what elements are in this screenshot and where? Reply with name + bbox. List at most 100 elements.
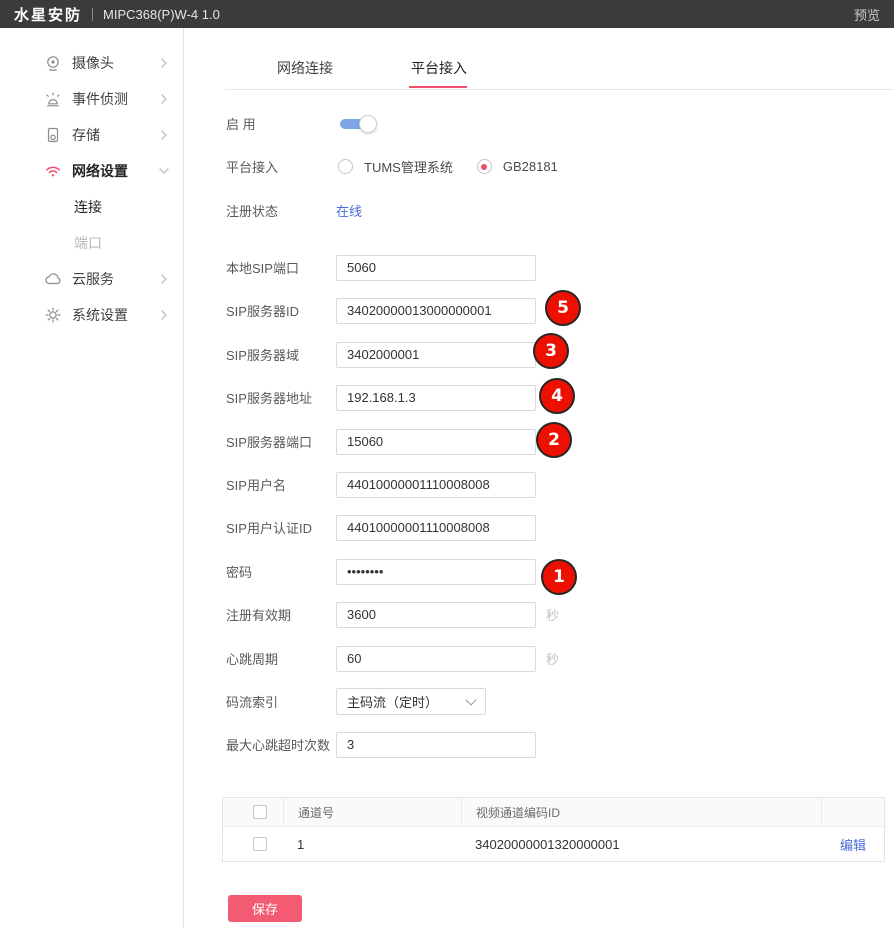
sidebar-item-label: 摄像头: [72, 53, 114, 73]
platform-access-settings-page: 水星安防 MIPC368(P)W-4 1.0 预览 摄像头 事件侦测: [0, 0, 894, 928]
topbar: 水星安防 MIPC368(P)W-4 1.0 预览: [0, 0, 894, 28]
chevron-right-icon: [160, 57, 168, 69]
local-sip-port-row: 本地SIP端口: [226, 254, 536, 281]
registration-validity-row: 注册有效期 秒: [226, 601, 559, 628]
radio-gb28181[interactable]: GB28181: [477, 159, 558, 174]
sidebar-item-camera[interactable]: 摄像头: [0, 45, 183, 81]
table-header-row: 通道号 视频通道编码ID: [223, 798, 884, 826]
chevron-right-icon: [160, 273, 168, 285]
sidebar-subitem-port[interactable]: 端口: [0, 225, 183, 261]
chevron-right-icon: [160, 129, 168, 141]
tabs-divider: [225, 89, 894, 90]
sidebar-item-label: 存储: [72, 125, 100, 145]
field-label: 本地SIP端口: [226, 258, 336, 277]
local-sip-port-input[interactable]: [336, 255, 536, 281]
sidebar-item-label: 事件侦测: [72, 89, 128, 109]
channel-table: 通道号 视频通道编码ID 1 34020000001320000001 编辑: [222, 797, 885, 862]
sip-username-input[interactable]: [336, 472, 536, 498]
registration-status-label: 注册状态: [226, 201, 336, 220]
unit-seconds: 秒: [546, 605, 559, 624]
stream-index-row: 码流索引 主码流（定时）: [226, 688, 486, 715]
annotation-badge-4: 4: [539, 378, 575, 414]
radio-tums-label: TUMS管理系统: [364, 157, 453, 176]
chevron-right-icon: [160, 309, 168, 321]
chevron-down-icon: [158, 167, 170, 175]
registration-validity-input[interactable]: [336, 602, 536, 628]
enable-label: 启 用: [226, 114, 336, 133]
enable-toggle[interactable]: [340, 115, 377, 133]
header-action: [821, 798, 884, 826]
sidebar-item-system-settings[interactable]: 系统设置: [0, 297, 183, 333]
annotation-badge-2: 2: [536, 422, 572, 458]
wifi-icon: [44, 162, 62, 180]
sip-server-address-input[interactable]: [336, 385, 536, 411]
tab-platform-access[interactable]: 平台接入: [411, 58, 467, 78]
field-label: SIP服务器域: [226, 345, 336, 364]
password-row: 密码: [226, 558, 536, 585]
sidebar-item-label: 网络设置: [72, 161, 128, 181]
annotation-badge-3: 3: [533, 333, 569, 369]
sip-server-port-input[interactable]: [336, 429, 536, 455]
platform-type-row: 平台接入 TUMS管理系统 GB28181: [226, 153, 558, 180]
sidebar-item-network-settings[interactable]: 网络设置: [0, 153, 183, 189]
max-heartbeat-timeout-row: 最大心跳超时次数: [226, 731, 536, 758]
field-label: 心跳周期: [226, 649, 336, 668]
sip-server-domain-input[interactable]: [336, 342, 536, 368]
sidebar-item-storage[interactable]: 存储: [0, 117, 183, 153]
sip-server-id-input[interactable]: [336, 298, 536, 324]
field-label: SIP服务器ID: [226, 301, 336, 320]
max-heartbeat-timeout-input[interactable]: [336, 732, 536, 758]
header-checkbox-cell: [223, 798, 283, 826]
platform-type-label: 平台接入: [226, 157, 336, 176]
sip-auth-id-row: SIP用户认证ID: [226, 514, 536, 541]
topbar-divider: [92, 8, 93, 21]
sip-auth-id-input[interactable]: [336, 515, 536, 541]
edit-link[interactable]: 编辑: [840, 835, 866, 854]
registration-status-value: 在线: [336, 201, 362, 220]
sip-server-address-row: SIP服务器地址: [226, 384, 536, 411]
radio-gb28181-label: GB28181: [503, 159, 558, 174]
header-channel: 通道号: [283, 798, 461, 826]
radio-tums[interactable]: TUMS管理系统: [338, 157, 453, 176]
select-all-checkbox[interactable]: [253, 805, 267, 819]
sidebar-subitem-connection[interactable]: 连接: [0, 189, 183, 225]
cell-video-id: 34020000001320000001: [461, 827, 822, 861]
field-label: SIP服务器地址: [226, 388, 336, 407]
sip-server-domain-row: SIP服务器域: [226, 341, 536, 368]
password-input[interactable]: [336, 559, 536, 585]
stream-index-select[interactable]: 主码流（定时）: [336, 688, 486, 715]
save-button[interactable]: 保存: [228, 895, 302, 922]
gear-icon: [44, 306, 62, 324]
field-label: SIP用户认证ID: [226, 518, 336, 537]
sidebar: 摄像头 事件侦测 存储 网络设置 连接: [0, 28, 184, 928]
sip-server-port-row: SIP服务器端口: [226, 428, 536, 455]
heartbeat-period-input[interactable]: [336, 646, 536, 672]
cell-action: 编辑: [822, 827, 884, 861]
preview-link[interactable]: 预览: [854, 5, 880, 24]
device-model: MIPC368(P)W-4 1.0: [103, 7, 220, 22]
stream-index-value: 主码流（定时）: [347, 692, 438, 711]
cell-channel: 1: [283, 827, 461, 861]
field-label: 最大心跳超时次数: [226, 735, 336, 754]
sidebar-item-cloud-service[interactable]: 云服务: [0, 261, 183, 297]
annotation-badge-1: 1: [541, 559, 577, 595]
sidebar-item-event-detection[interactable]: 事件侦测: [0, 81, 183, 117]
chevron-right-icon: [160, 93, 168, 105]
sidebar-subitem-label: 连接: [74, 197, 102, 217]
radio-circle-selected: [477, 159, 492, 174]
camera-icon: [44, 54, 62, 72]
enable-row: 启 用: [226, 110, 377, 137]
table-row: 1 34020000001320000001 编辑: [223, 826, 884, 861]
field-label: SIP服务器端口: [226, 432, 336, 451]
registration-status-row: 注册状态 在线: [226, 197, 362, 224]
sip-username-row: SIP用户名: [226, 471, 536, 498]
row-checkbox[interactable]: [253, 837, 267, 851]
tab-network-connection[interactable]: 网络连接: [277, 58, 333, 78]
unit-seconds: 秒: [546, 649, 559, 668]
brand-logo: 水星安防: [14, 4, 82, 25]
storage-icon: [44, 126, 62, 144]
heartbeat-period-row: 心跳周期 秒: [226, 645, 559, 672]
header-video-id: 视频通道编码ID: [461, 798, 821, 826]
annotation-badge-5: 5: [545, 290, 581, 326]
sip-server-id-row: SIP服务器ID: [226, 297, 536, 324]
